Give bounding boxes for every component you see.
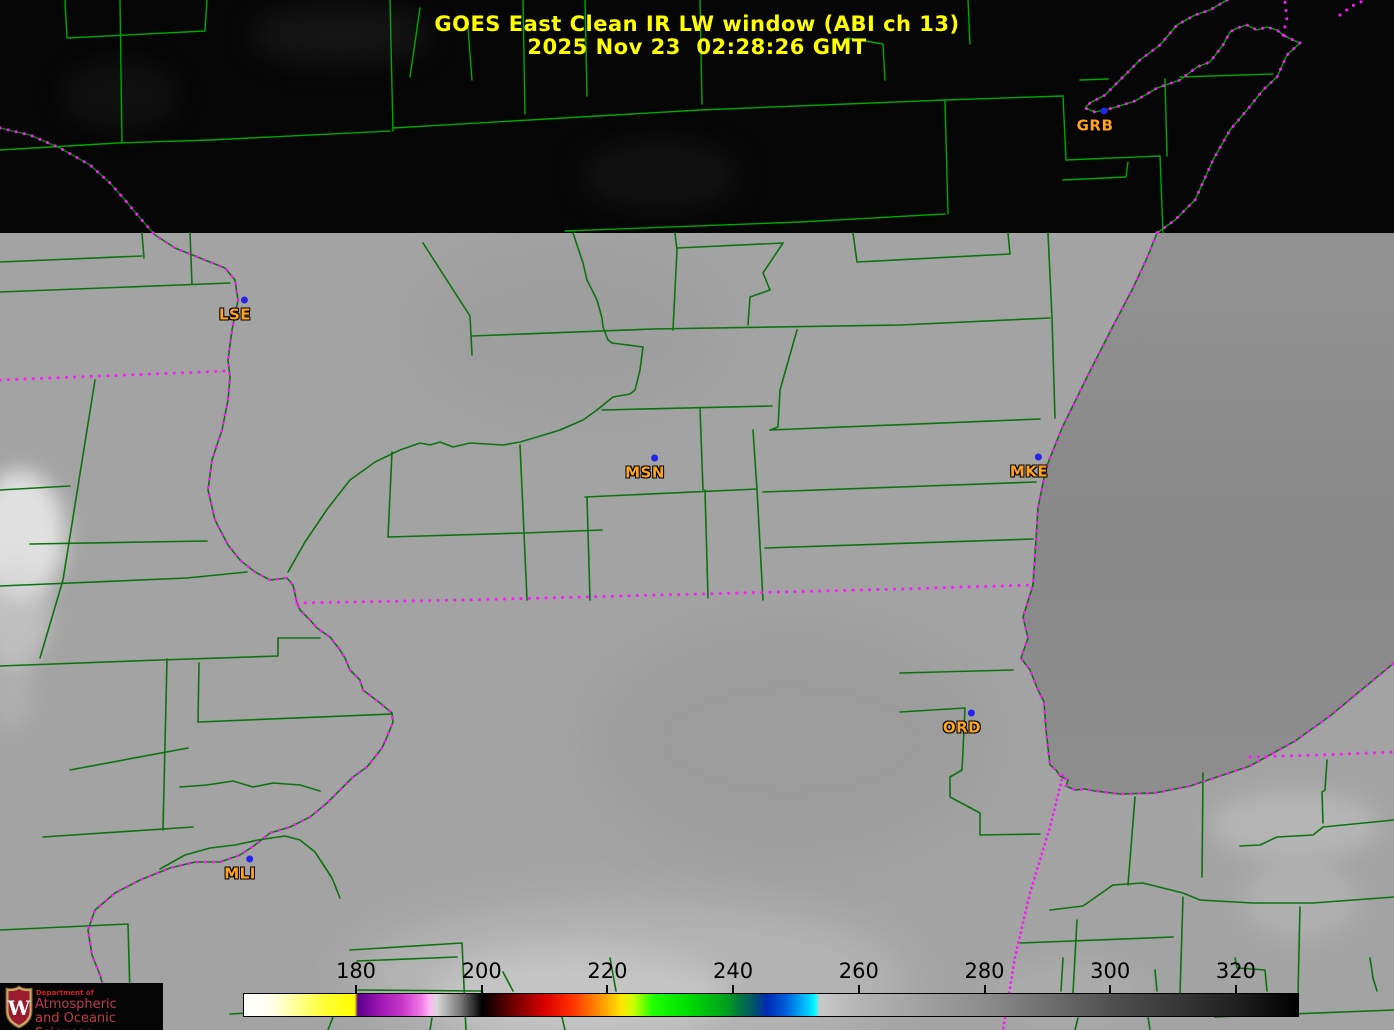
station-dot-icon: [240, 296, 248, 303]
wi-il-border-dots: [295, 583, 1035, 605]
station-label: MSN: [625, 463, 665, 482]
zone-border-dense: [1001, 773, 1065, 1030]
title-line1: GOES East Clean IR LW window (ABI ch 13): [434, 12, 960, 36]
station-marker-msn: MSN: [625, 454, 665, 482]
mississippi-border-dots: [0, 126, 395, 992]
il-zone-line: [1001, 773, 1065, 1030]
station-marker-grb: GRB: [1076, 107, 1114, 135]
title-line2: 2025 Nov 23 02:28:26 GMT: [527, 35, 867, 59]
station-label: LSE: [218, 305, 252, 324]
ia-mn-border-dots: [0, 369, 230, 382]
station-dot-icon: [1100, 107, 1108, 114]
station-label: MKE: [1009, 462, 1049, 481]
door-peninsula-east-shore: [1156, 42, 1301, 234]
svg-text:W: W: [7, 996, 31, 1020]
station-marker-lse: LSE: [218, 296, 252, 324]
satellite-image-viewport: GRB LSE MSN MKE ORD MLI GOES East Clean IR LW…: [0, 0, 1394, 1030]
station-label: MLI: [224, 864, 256, 883]
uw-crest-icon: W: [5, 985, 33, 1029]
station-dot-icon: [1034, 453, 1042, 460]
logo-name-line1: Atmospheric: [35, 997, 117, 1012]
uw-aos-logo: W Department of Atmospheric and Oceanic …: [0, 983, 163, 1030]
station-label: ORD: [942, 718, 982, 737]
station-marker-mli: MLI: [224, 855, 256, 883]
station-marker-mke: MKE: [1009, 453, 1049, 481]
image-title: GOES East Clean IR LW window (ABI ch 13)…: [0, 13, 1394, 59]
station-marker-ord: ORD: [942, 709, 982, 737]
station-dot-icon: [650, 454, 658, 461]
station-dot-icon: [245, 855, 253, 862]
station-dot-icon: [967, 709, 975, 716]
peninsula-border-dots: [1155, 41, 1302, 235]
station-label: GRB: [1076, 116, 1114, 135]
map-overlay: [0, 0, 1394, 1030]
logo-dept-line: Department of: [36, 989, 94, 997]
logo-name-line2: and Oceanic Sciences: [35, 1011, 116, 1030]
